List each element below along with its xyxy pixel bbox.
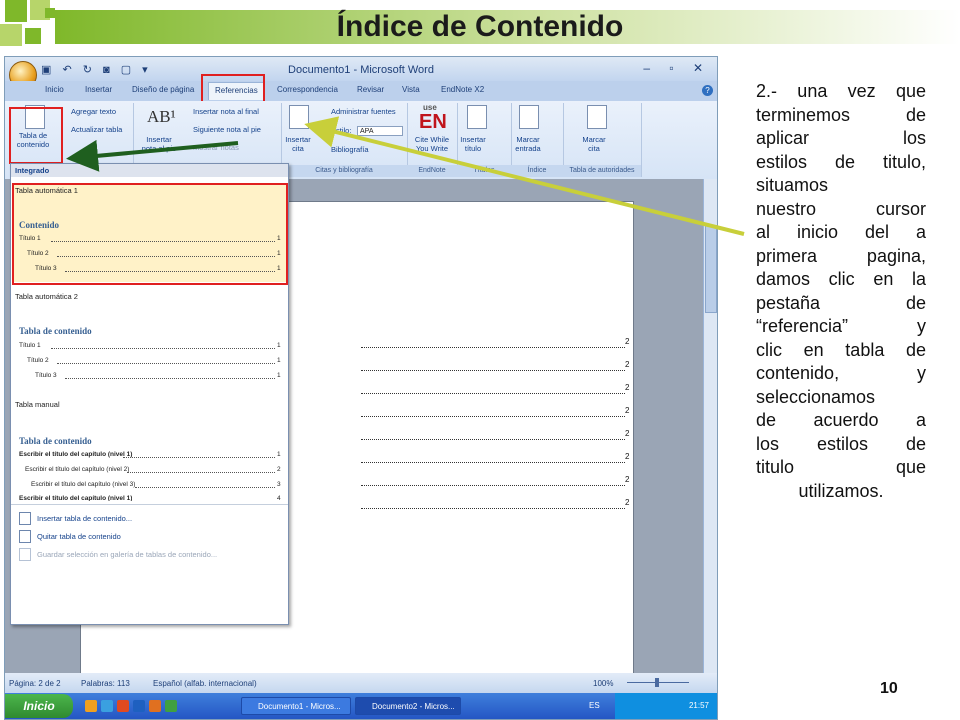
paragraph-line: terminemos de: [756, 104, 926, 125]
paragraph-line: primera pagina,: [756, 245, 926, 266]
paragraph-line: pestaña de: [756, 292, 926, 313]
instruction-paragraph: 2.- una vez que terminemos de aplicar lo…: [756, 80, 926, 503]
paragraph-line: clic en tabla de: [756, 339, 926, 360]
green-arrow: [66, 139, 239, 172]
yellow-arrow: [304, 116, 745, 236]
paragraph-line: los estilos de: [756, 433, 926, 454]
paragraph-line: estilos de titulo,: [756, 151, 926, 172]
paragraph-line: al inicio del a: [756, 222, 926, 242]
paragraph-line: nuestro cursor: [756, 198, 926, 219]
paragraph-line: titulo que: [756, 457, 926, 477]
paragraph-line: situamos: [756, 175, 829, 195]
paragraph-line: de acuerdo a: [756, 410, 926, 430]
paragraph-line: seleccionamos: [756, 386, 876, 407]
paragraph-line: contenido, y: [756, 363, 926, 383]
paragraph-line: 2.- una vez que: [756, 81, 926, 101]
paragraph-line: aplicar los: [756, 128, 926, 148]
paragraph-line: utilizamos.: [798, 480, 884, 501]
paragraph-line: damos clic en la: [756, 269, 926, 289]
paragraph-line: “referencia” y: [756, 316, 926, 336]
page-number: 10: [880, 680, 898, 697]
